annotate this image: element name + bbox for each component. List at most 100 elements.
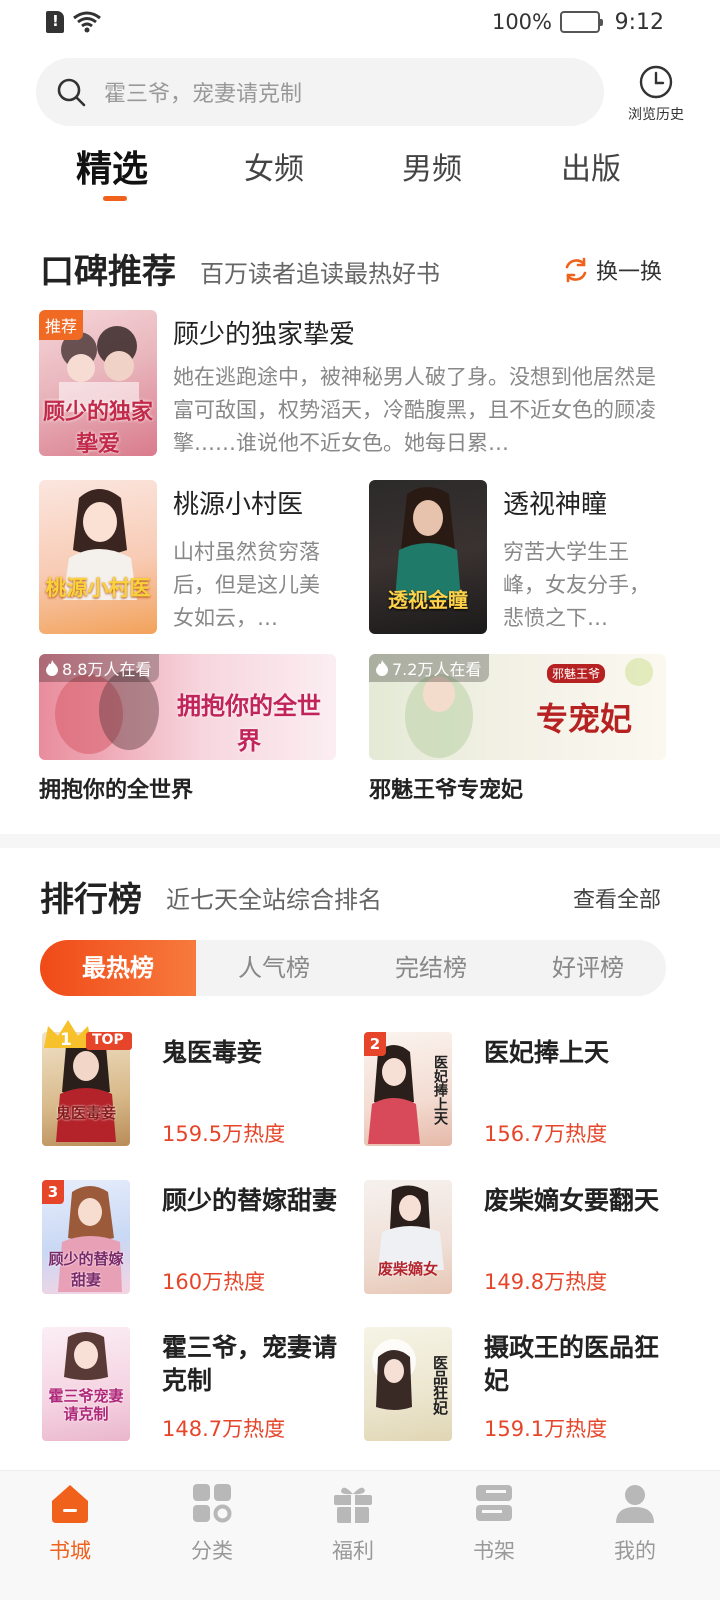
banner-yongbao-cover-title: 拥抱你的全世界 (177, 692, 321, 755)
book-cover-taoyuan[interactable]: 桃源小村医 (39, 480, 157, 634)
nav-label: 福利 (332, 1539, 374, 1563)
bookshelf-icon (476, 1485, 512, 1521)
book-name-taoyuan[interactable]: 桃源小村医 (173, 484, 303, 521)
rank-number: 3 (42, 1180, 64, 1204)
status-time: 9:12 (614, 10, 664, 35)
rank-cover: 霍三爷宠妻请克制 (42, 1327, 130, 1441)
search-input[interactable]: 霍三爷，宠妻请克制 (36, 58, 604, 126)
book-cover-toushi[interactable]: 透视金瞳 (369, 480, 487, 634)
rank-heat: 160万热度 (162, 1270, 266, 1294)
section-divider (0, 834, 720, 848)
ranking-tabs: 最热榜 人气榜 完结榜 好评榜 (40, 940, 666, 996)
tab-featured[interactable]: 精选 (76, 140, 148, 192)
rank-heat: 159.1万热度 (484, 1417, 608, 1441)
taoyuan-cover-title: 桃源小村医 (45, 576, 151, 600)
recommend-subtitle: 百万读者追读最热好书 (200, 260, 440, 288)
rank-tab-rated[interactable]: 好评榜 (510, 940, 666, 996)
nav-profile[interactable]: 我的 (595, 1481, 675, 1565)
rank-cover-title: 鬼医毒妾 (55, 1104, 116, 1122)
rank-heat: 148.7万热度 (162, 1417, 286, 1441)
browse-history-label: 浏览历史 (628, 107, 684, 123)
home-icon (52, 1485, 88, 1523)
search-icon (57, 78, 86, 107)
nav-label: 我的 (614, 1539, 656, 1563)
rank-book-name: 顾少的替嫁甜妻 (162, 1186, 338, 1215)
tab-active-indicator (103, 196, 127, 201)
featured-cover-title: 顾少的独家挚爱 (43, 400, 154, 456)
rank-tab-hottest[interactable]: 最热榜 (40, 940, 196, 996)
banner-yongbao[interactable]: 拥抱你的全世界 8.8万人在看 (39, 654, 336, 760)
category-icon (193, 1484, 232, 1523)
book-description-taoyuan: 山村虽然贫穷落后，但是这儿美女如云，… (173, 540, 320, 630)
tab-male[interactable]: 男频 (402, 144, 462, 188)
top-badge: 1 TOP (42, 1018, 132, 1050)
nav-category[interactable]: 分类 (172, 1481, 252, 1565)
banner-xiemei[interactable]: 邪魅王爷 专宠妃 7.2万人在看 (369, 654, 666, 760)
featured-book-cover[interactable]: 顾少的独家挚爱 推荐 (39, 310, 157, 456)
top-label: TOP (92, 1032, 124, 1048)
banner-yongbao-title[interactable]: 拥抱你的全世界 (39, 772, 193, 804)
ranking-title: 排行榜 (40, 880, 142, 920)
cover-art (64, 1332, 108, 1380)
refresh-label: 换一换 (596, 260, 663, 285)
rank-tab-completed[interactable]: 完结榜 (353, 940, 509, 996)
rank-item-6[interactable]: 医品狂妃 摄政王的医品狂妃 159.1万热度 (364, 1327, 674, 1445)
nav-bookshelf[interactable]: 书架 (454, 1481, 534, 1565)
rank-book-name: 霍三爷，宠妻请克制 (162, 1333, 338, 1395)
tab-female[interactable]: 女频 (244, 144, 304, 188)
refresh-button[interactable]: 换一换 (562, 254, 662, 286)
rank-number: 1 (60, 1030, 72, 1050)
rank-cover-title: 废柴嫡女 (377, 1260, 438, 1278)
rank-item-1[interactable]: 鬼医毒妾 1 TOP 鬼医毒妾 159.5万热度 (42, 1020, 352, 1150)
banner-xiemei-title[interactable]: 邪魅王爷专宠妃 (369, 772, 523, 804)
rank-book-name: 废柴嫡女要翻天 (484, 1186, 660, 1215)
viewer-count: 8.8万人在看 (62, 660, 152, 679)
featured-book-description: 她在逃跑途中，被神秘男人破了身。没想到他居然是富可敌国，权势滔天，冷酷腹黑，且不… (173, 365, 656, 455)
nav-bookstore[interactable]: 书城 (30, 1481, 110, 1565)
rank-cover: 医品狂妃 (364, 1327, 452, 1441)
banner-xiemei-tag: 邪魅王爷 (547, 664, 606, 683)
rank-book-name: 医妃捧上天 (484, 1038, 610, 1067)
status-icons-right: 100% (491, 10, 603, 34)
viewer-count: 7.2万人在看 (392, 660, 482, 679)
view-all-button[interactable]: 查看全部 (573, 882, 661, 914)
rank-number: 2 (364, 1032, 386, 1056)
recommend-title: 口碑推荐 (40, 252, 176, 292)
rank-item-4[interactable]: 废柴嫡女 废柴嫡女要翻天 149.8万热度 (364, 1180, 674, 1298)
rank-cover-title: 医品狂妃 (431, 1355, 449, 1415)
rank-item-5[interactable]: 霍三爷宠妻请克制 霍三爷，宠妻请克制 148.7万热度 (42, 1327, 352, 1445)
refresh-icon (565, 257, 587, 283)
browse-history-button[interactable]: 浏览历史 (620, 64, 692, 124)
battery-percent: 100% (491, 10, 552, 34)
channel-tabs: 精选 女频 男频 出版 (0, 144, 720, 208)
rank-heat: 156.7万热度 (484, 1122, 608, 1146)
book-description-toushi: 穷苦大学生王峰，女友分手，悲愤之下… (503, 540, 650, 630)
nav-welfare[interactable]: 福利 (313, 1481, 393, 1565)
rank-heat: 149.8万热度 (484, 1270, 608, 1294)
tab-publish[interactable]: 出版 (561, 144, 621, 188)
recommend-badge: 推荐 (39, 310, 84, 340)
viewer-count-pill: 8.8万人在看 (39, 654, 160, 682)
rank-book-name: 摄政王的医品狂妃 (484, 1333, 660, 1395)
rank-cover-title: 医妃捧上天 (432, 1055, 448, 1125)
featured-book-name[interactable]: 顾少的独家挚爱 (173, 314, 355, 351)
status-icons-left (46, 10, 102, 34)
rank-item-2[interactable]: 医妃捧上天 2 医妃捧上天 156.7万热度 (364, 1032, 674, 1150)
fire-icon (376, 660, 388, 676)
sim-alert-icon (46, 11, 64, 33)
banner-xiemei-cover-title: 专宠妃 (535, 700, 632, 738)
nav-label: 分类 (191, 1539, 233, 1563)
rank-cover: 医妃捧上天 2 (364, 1032, 452, 1146)
wifi-icon (73, 11, 101, 33)
bottom-navigation: 书城 分类 福利 书架 我的 (0, 1470, 720, 1600)
gift-icon (334, 1487, 372, 1523)
clock-icon (639, 65, 673, 99)
rank-cover-title: 顾少的替嫁甜妻 (48, 1250, 124, 1289)
status-bar: 100% 9:12 (0, 0, 720, 48)
rank-heat: 159.5万热度 (162, 1122, 286, 1146)
toushi-cover-title: 透视金瞳 (388, 588, 468, 612)
rank-tab-popular[interactable]: 人气榜 (196, 940, 352, 996)
book-name-toushi[interactable]: 透视神瞳 (503, 484, 607, 521)
rank-item-3[interactable]: 顾少的替嫁甜妻 3 顾少的替嫁甜妻 160万热度 (42, 1180, 352, 1298)
nav-label: 书城 (49, 1539, 91, 1563)
